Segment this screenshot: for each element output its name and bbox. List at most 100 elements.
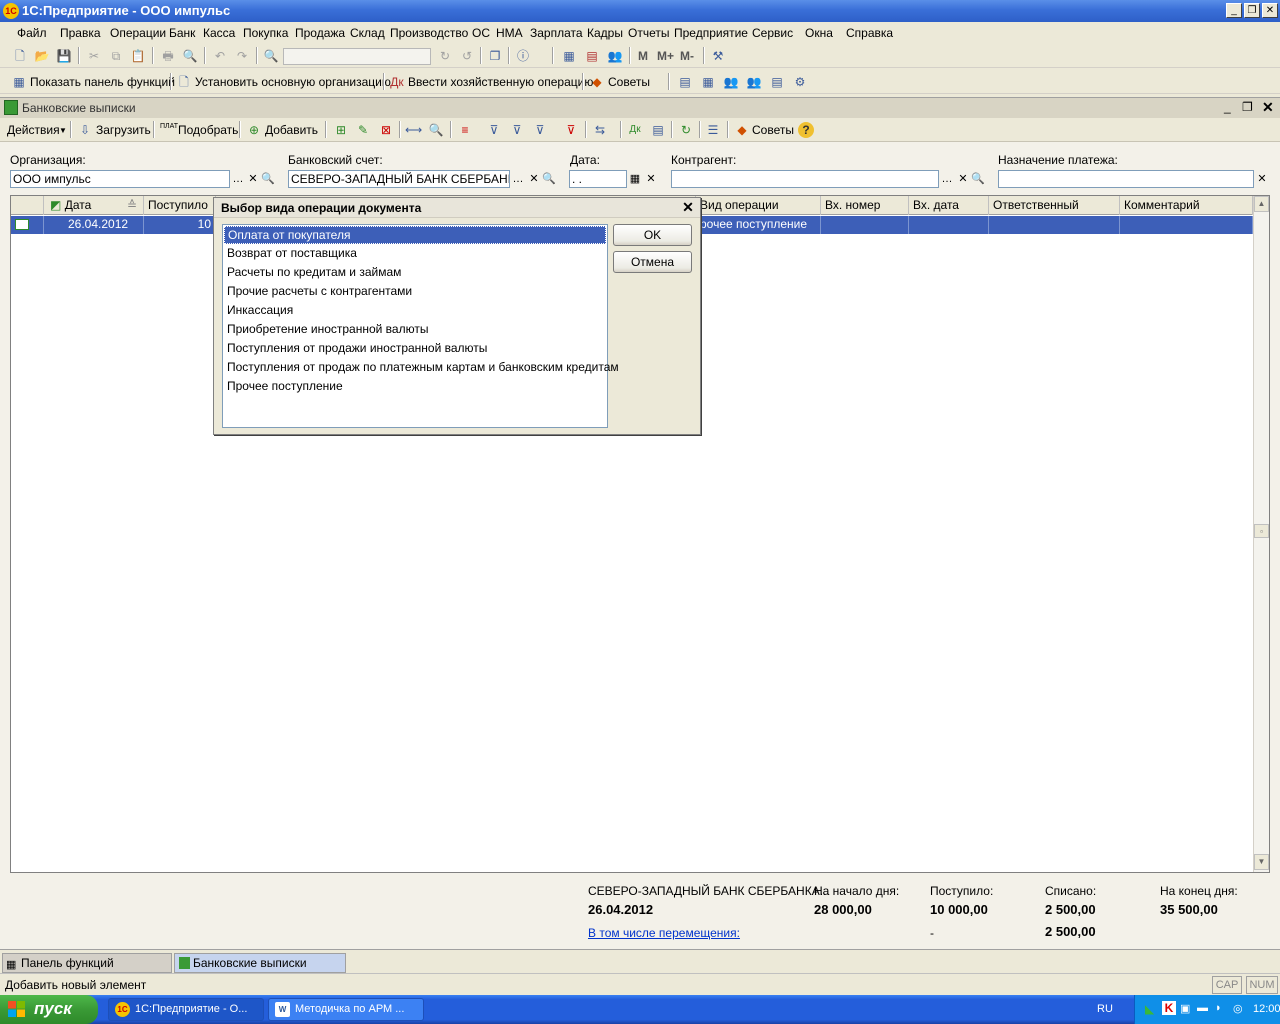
account-field[interactable]: СЕВЕРО-ЗАПАДНЫЙ БАНК СБЕРБАНКА Р <box>288 170 510 188</box>
table-icon[interactable]: ▦ <box>700 74 716 90</box>
doc-close-button[interactable]: ✕ <box>1262 99 1274 116</box>
org-field[interactable]: ООО импульс <box>10 170 230 188</box>
menu-salary[interactable]: Зарплата <box>530 26 583 40</box>
col-in-date[interactable]: Вх. дата <box>909 196 989 215</box>
paste-icon[interactable]: 📋 <box>130 48 146 64</box>
menu-fixed-assets[interactable]: ОС <box>472 26 490 40</box>
list-item-other-income[interactable]: Прочее поступление <box>224 378 606 396</box>
ok-button[interactable]: OK <box>613 224 692 246</box>
contractor-field[interactable] <box>671 170 939 188</box>
menu-operations[interactable]: Операции <box>110 26 166 40</box>
contractor-clear-icon[interactable]: ✕ <box>955 170 971 188</box>
org-search-icon[interactable]: 🔍 <box>260 170 276 188</box>
windows-icon[interactable]: ❐ <box>487 48 503 64</box>
scroll-down-icon[interactable]: ▼ <box>1254 854 1269 870</box>
load-button[interactable]: Загрузить <box>96 123 151 137</box>
org-select-button[interactable]: … <box>230 170 246 188</box>
actions-menu[interactable]: Действия <box>7 123 60 137</box>
vertical-scrollbar[interactable]: ▲ ▫ ▼ <box>1253 196 1269 872</box>
menu-warehouse[interactable]: Склад <box>350 26 385 40</box>
menu-purchase[interactable]: Покупка <box>243 26 288 40</box>
update-icon[interactable]: ◎ <box>1233 1002 1243 1015</box>
start-button[interactable]: пуск <box>0 995 98 1024</box>
list-item-customer-payment[interactable]: Оплата от покупателя <box>224 226 606 244</box>
doc-tips-button[interactable]: Советы <box>752 123 794 137</box>
list-item-card-sales[interactable]: Поступления от продаж по платежным карта… <box>224 359 619 377</box>
find-next-icon[interactable]: ↻ <box>437 48 453 64</box>
show-panel-button[interactable]: Показать панель функций <box>30 75 175 89</box>
transfers-link[interactable]: В том числе перемещения: <box>588 926 740 940</box>
undo-icon[interactable]: ↶ <box>212 48 228 64</box>
memory-plus-button[interactable]: M+ <box>657 49 674 63</box>
list-item-fx-purchase[interactable]: Приобретение иностранной валюты <box>224 321 606 339</box>
tools-icon[interactable]: ⚒ <box>710 48 726 64</box>
menu-bank[interactable]: Банк <box>169 26 195 40</box>
cancel-button[interactable]: Отмена <box>613 251 692 273</box>
enter-operation-button[interactable]: Ввести хозяйственную операцию <box>408 75 593 89</box>
report-doc-icon[interactable]: ▤ <box>650 122 666 138</box>
save-icon[interactable]: 💾 <box>56 48 72 64</box>
delete-icon[interactable]: ⊠ <box>378 122 394 138</box>
calendar-icon[interactable]: ▦ <box>627 170 643 188</box>
people-list-icon[interactable]: 👥 <box>746 74 762 90</box>
doc-minimize-button[interactable]: _ <box>1224 100 1231 114</box>
purpose-field[interactable] <box>998 170 1254 188</box>
structure-icon[interactable]: ⇆ <box>592 122 608 138</box>
clock[interactable]: 12:00 <box>1253 1003 1280 1015</box>
list-item-supplier-refund[interactable]: Возврат от поставщика <box>224 245 606 263</box>
settings-icon[interactable]: ⚙ <box>792 74 808 90</box>
columns-icon[interactable]: ☰ <box>705 122 721 138</box>
calendar-icon[interactable]: ▤ <box>584 48 600 64</box>
col-operation-type[interactable]: Вид операции <box>696 196 821 215</box>
add-copy-icon[interactable]: ⊞ <box>333 122 349 138</box>
language-indicator[interactable]: RU <box>1097 1003 1113 1015</box>
menu-sales[interactable]: Продажа <box>295 26 345 40</box>
copy-icon[interactable]: ⧉ <box>108 48 124 64</box>
operation-type-list[interactable]: Оплата от покупателя Возврат от поставщи… <box>222 224 619 428</box>
list-item-collection[interactable]: Инкассация <box>224 302 606 320</box>
search-combo[interactable] <box>283 48 431 65</box>
journal-icon[interactable]: ▤ <box>769 74 785 90</box>
account-search-icon[interactable]: 🔍 <box>541 170 557 188</box>
report-icon[interactable]: ▤ <box>677 74 693 90</box>
add-button[interactable]: Добавить <box>265 123 318 137</box>
network-icon[interactable]: ◣ <box>1145 1002 1154 1016</box>
taskbar-1c-button[interactable]: 1С 1С:Предприятие - О... <box>108 998 264 1021</box>
filter-history-icon[interactable]: ⊽ <box>532 122 548 138</box>
dialog-close-icon[interactable]: ✕ <box>680 199 696 215</box>
scroll-thumb[interactable]: ▫ <box>1254 524 1269 538</box>
sort-icon[interactable]: ≡ <box>457 122 473 138</box>
tips-button[interactable]: Советы <box>608 75 650 89</box>
clear-filter-icon[interactable]: ⊽ <box>563 122 579 138</box>
menu-enterprise[interactable]: Предприятие <box>674 26 748 40</box>
menu-cash[interactable]: Касса <box>203 26 235 40</box>
tab-bank-statements[interactable]: Банковские выписки <box>174 953 346 973</box>
memory-m-button[interactable]: M <box>638 49 648 63</box>
filter-value-icon[interactable]: ⊽ <box>509 122 525 138</box>
set-main-org-button[interactable]: Установить основную организацию <box>195 75 391 89</box>
post-icon[interactable]: ⟷ <box>405 122 422 138</box>
list-item-fx-sale[interactable]: Поступления от продажи иностранной валют… <box>224 340 606 358</box>
safely-remove-icon[interactable]: ▬ <box>1197 1002 1208 1014</box>
contractor-select-button[interactable]: … <box>939 170 955 188</box>
edit-icon[interactable]: ✎ <box>355 122 371 138</box>
menu-help[interactable]: Справка <box>846 26 893 40</box>
menu-file[interactable]: Файл <box>17 26 47 40</box>
close-button[interactable]: ✕ <box>1262 3 1278 18</box>
list-item-loans[interactable]: Расчеты по кредитам и займам <box>224 264 606 282</box>
people-icon[interactable]: 👥 <box>723 74 739 90</box>
monitor-icon[interactable]: ▣ <box>1180 1002 1190 1015</box>
print-preview-icon[interactable]: 🔍 <box>182 48 198 64</box>
purpose-clear-icon[interactable]: ✕ <box>1254 170 1270 188</box>
volume-icon[interactable]: ◗ <box>1215 1002 1222 1014</box>
pick-button[interactable]: Подобрать <box>178 123 238 137</box>
restore-button[interactable]: ❐ <box>1244 3 1260 18</box>
calculator-icon[interactable]: ▦ <box>561 48 577 64</box>
help-icon[interactable]: ? <box>798 122 814 138</box>
col-responsible[interactable]: Ответственный <box>989 196 1120 215</box>
find-prev-icon[interactable]: ↺ <box>459 48 475 64</box>
list-item-other-settlements[interactable]: Прочие расчеты с контрагентами <box>224 283 606 301</box>
org-clear-icon[interactable]: ✕ <box>245 170 261 188</box>
menu-hr[interactable]: Кадры <box>587 26 623 40</box>
col-comment[interactable]: Комментарий <box>1120 196 1253 215</box>
